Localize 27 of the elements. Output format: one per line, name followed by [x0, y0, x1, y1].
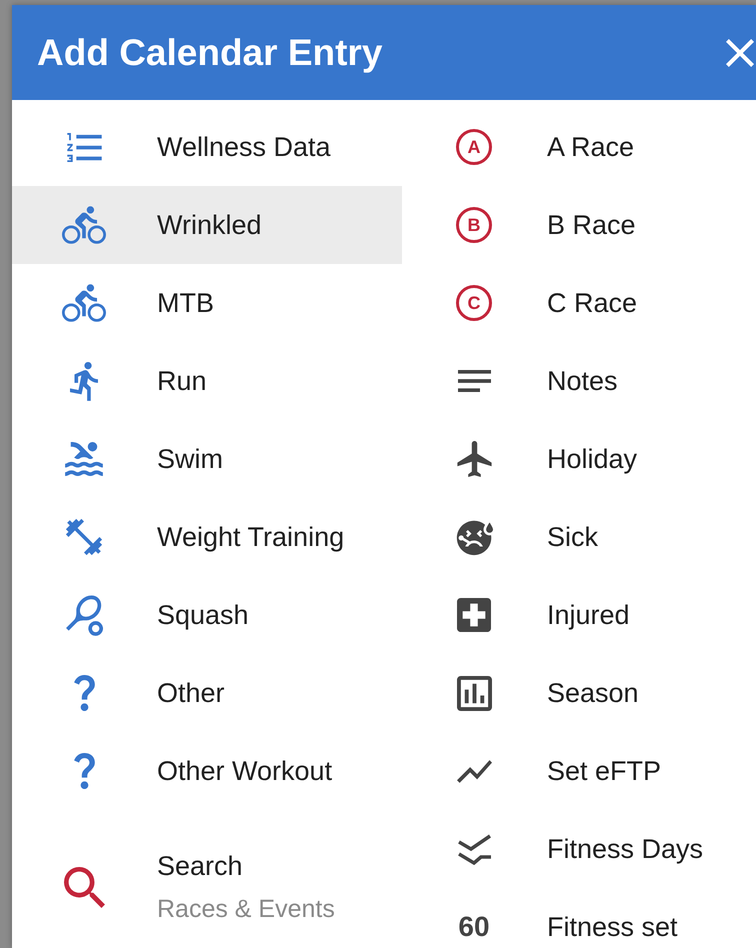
race-letter-badge: C	[456, 285, 492, 321]
number-icon: 60	[458, 912, 490, 942]
numbered-list-icon	[66, 132, 102, 162]
close-icon	[726, 38, 754, 66]
sick-face-icon	[456, 518, 492, 556]
entry-menu-item[interactable]: Wrinkled	[12, 186, 402, 264]
swimmer-icon	[65, 442, 103, 476]
close-button[interactable]	[725, 38, 755, 68]
entry-menu-item[interactable]: 60 Fitness set	[402, 888, 756, 948]
menu-item-subtitle: Races & Events	[157, 894, 335, 924]
airplane-icon	[456, 441, 492, 477]
race-letter-badge: B	[456, 207, 492, 243]
search-icon	[64, 866, 104, 908]
race-letter-badge: A	[456, 129, 492, 165]
dialog-title: Add Calendar Entry	[37, 30, 382, 74]
cyclist-icon	[62, 206, 106, 244]
dumbbell-icon	[65, 518, 103, 556]
notes-icon	[458, 370, 490, 392]
racket-icon	[66, 594, 102, 636]
runner-icon	[70, 362, 98, 400]
zigzag-lines-icon	[458, 833, 490, 865]
medical-cross-icon	[457, 598, 491, 632]
question-mark-icon	[74, 753, 94, 789]
cyclist-icon	[62, 284, 106, 322]
line-chart-icon	[456, 760, 492, 782]
bar-chart-icon	[456, 676, 492, 710]
question-mark-icon	[74, 675, 94, 711]
